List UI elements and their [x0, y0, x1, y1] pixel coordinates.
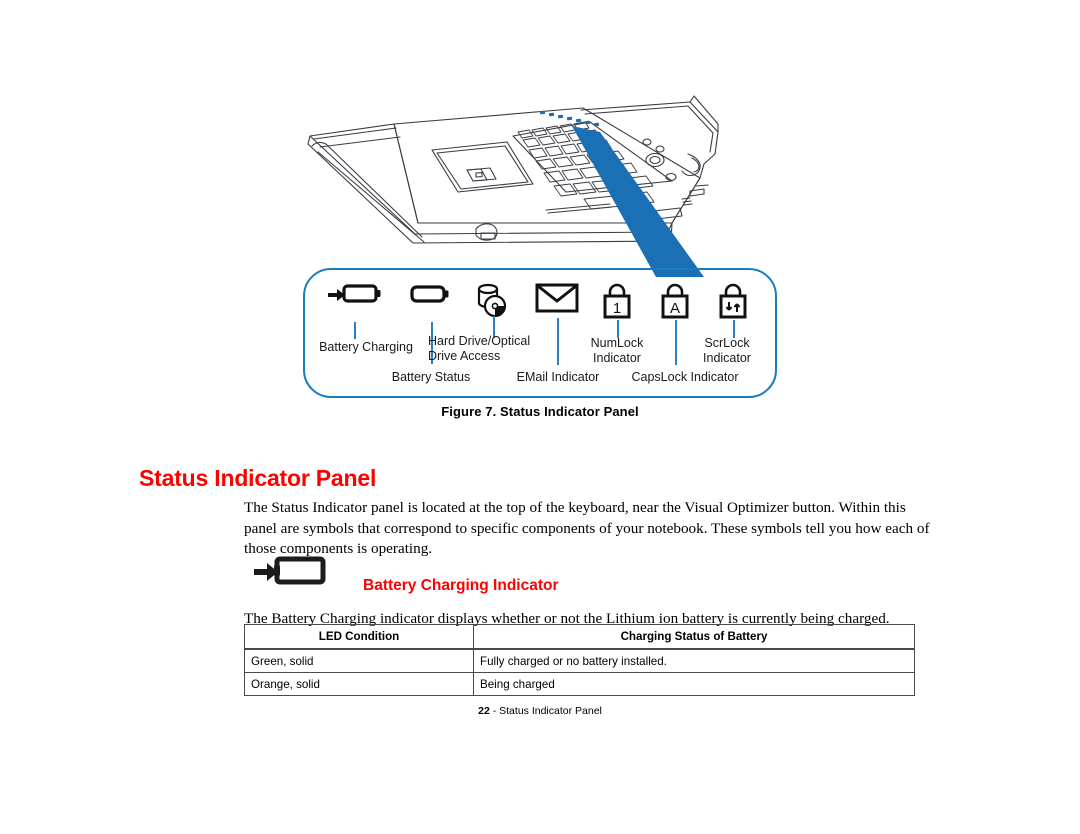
table-row: Orange, solid Being charged: [244, 672, 915, 696]
page-footer: 22 - Status Indicator Panel: [0, 705, 1080, 717]
page-title: Status Indicator Panel: [139, 465, 377, 492]
leader-line-capslock: [675, 320, 677, 365]
capslock-padlock-icon: A: [659, 282, 691, 325]
leader-line-email: [557, 318, 559, 365]
battery-charging-icon: [252, 556, 332, 586]
figure-icon-row: 1 A: [303, 282, 777, 322]
table-cell-led-condition: Green, solid: [244, 648, 474, 673]
table-cell-charging-status: Fully charged or no battery installed.: [473, 648, 915, 673]
status-indicator-figure: 1 A Battery Charging Battery Status Hard…: [303, 268, 777, 398]
figure-label-scrlock: ScrLock Indicator: [703, 336, 751, 365]
led-condition-table: LED Condition Charging Status of Battery…: [244, 624, 915, 696]
figure-label-battery-charging: Battery Charging: [319, 340, 413, 354]
battery-charging-icon: [326, 282, 382, 313]
footer-title: Status Indicator Panel: [499, 705, 602, 717]
notebook-computer-line-drawing: [300, 92, 720, 277]
figure-label-hard-drive: Hard Drive/Optical Drive Access: [428, 334, 531, 363]
footer-separator: -: [489, 705, 500, 717]
figure-caption: Figure 7. Status Indicator Panel: [441, 404, 639, 419]
table-cell-charging-status: Being charged: [473, 672, 915, 696]
figure-label-numlock: NumLock Indicator: [590, 336, 644, 365]
svg-text:A: A: [670, 300, 680, 317]
footer-page-number: 22: [478, 705, 490, 717]
svg-text:1: 1: [613, 300, 621, 317]
leader-line-battery-charging: [354, 322, 356, 339]
numlock-padlock-icon: 1: [601, 282, 633, 325]
battery-status-icon: [410, 282, 452, 313]
figure-label-battery-status: Battery Status: [391, 370, 471, 384]
document-page: 1 A Battery Charging Battery Status Hard…: [0, 0, 1080, 834]
table-header-charging-status: Charging Status of Battery: [473, 624, 915, 650]
table-cell-led-condition: Orange, solid: [244, 672, 474, 696]
intro-paragraph: The Status Indicator panel is located at…: [244, 499, 930, 558]
email-envelope-icon: [535, 282, 579, 319]
scrlock-padlock-icon: [717, 282, 749, 325]
table-header-led-condition: LED Condition: [244, 624, 474, 650]
table-header-row: LED Condition Charging Status of Battery: [244, 624, 915, 650]
subsection-heading: Battery Charging Indicator: [363, 576, 559, 594]
figure-label-capslock: CapsLock Indicator: [631, 370, 739, 384]
figure-label-email: EMail Indicator: [516, 370, 600, 384]
table-row: Green, solid Fully charged or no battery…: [244, 648, 915, 673]
